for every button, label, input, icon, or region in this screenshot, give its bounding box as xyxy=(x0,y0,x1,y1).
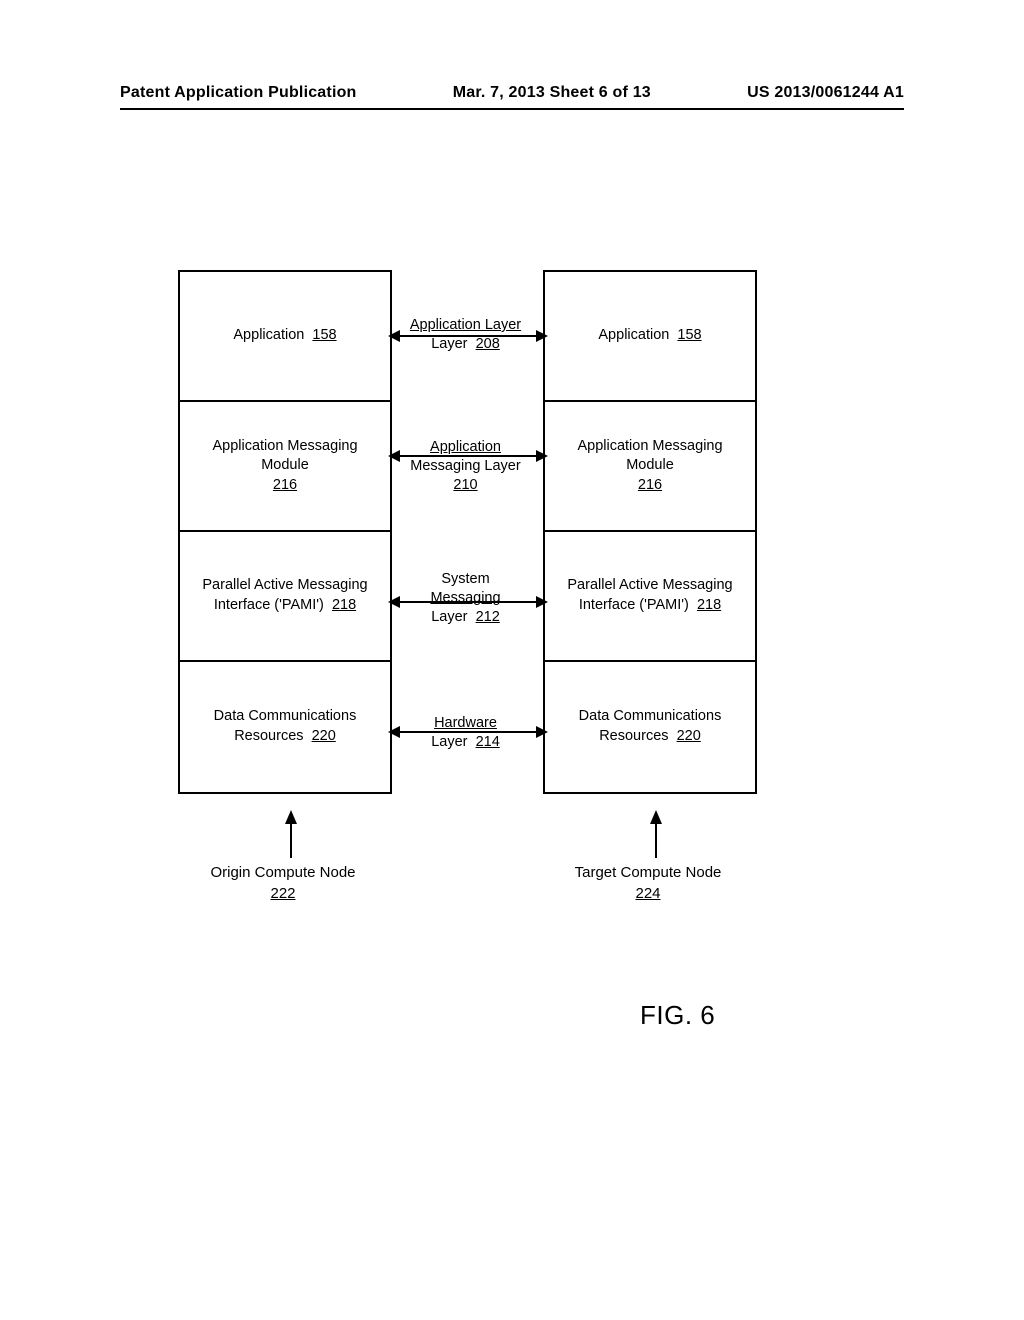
node-label-ref: 222 xyxy=(270,885,295,902)
center-label-app-messaging-layer: Application Messaging Layer 210 xyxy=(390,438,541,495)
clabel-ref: 210 xyxy=(453,477,477,493)
origin-stack: Application 158 Application Messaging Mo… xyxy=(178,270,392,794)
node-label-text: Target Compute Node xyxy=(575,864,722,881)
node-label-ref: 224 xyxy=(635,885,660,902)
header-right: US 2013/0061244 A1 xyxy=(747,84,904,102)
origin-app-messaging-cell: Application Messaging Module 216 xyxy=(180,402,390,532)
cell-ref: 158 xyxy=(677,327,701,343)
node-label-text: Origin Compute Node xyxy=(210,864,355,881)
cell-ref: 158 xyxy=(312,327,336,343)
target-application-cell: Application 158 xyxy=(545,272,755,402)
cell-label: Application Messaging Module xyxy=(553,437,747,476)
origin-data-comm-cell: Data Communications Resources 220 xyxy=(180,662,390,792)
cell-label: Application xyxy=(598,327,669,343)
target-app-messaging-cell: Application Messaging Module 216 xyxy=(545,402,755,532)
header-left: Patent Application Publication xyxy=(120,84,357,102)
cell-ref: 220 xyxy=(677,728,701,744)
cell-ref: 220 xyxy=(312,728,336,744)
cell-ref: 216 xyxy=(273,476,297,496)
cell-ref: 218 xyxy=(332,597,356,613)
target-node-label: Target Compute Node 224 xyxy=(538,862,758,904)
cell-ref: 216 xyxy=(638,476,662,496)
cell-ref: 218 xyxy=(697,597,721,613)
page-header: Patent Application Publication Mar. 7, 2… xyxy=(0,84,1024,110)
origin-pami-cell: Parallel Active Messaging Interface ('PA… xyxy=(180,532,390,662)
clabel-ref: 212 xyxy=(476,609,500,625)
header-rule xyxy=(120,108,904,110)
origin-node-label: Origin Compute Node 222 xyxy=(173,862,393,904)
origin-application-cell: Application 158 xyxy=(180,272,390,402)
cell-label: Application Messaging Module xyxy=(188,437,382,476)
target-pami-cell: Parallel Active Messaging Interface ('PA… xyxy=(545,532,755,662)
target-data-comm-cell: Data Communications Resources 220 xyxy=(545,662,755,792)
header-center: Mar. 7, 2013 Sheet 6 of 13 xyxy=(453,84,651,102)
figure-label: FIG. 6 xyxy=(640,1000,715,1031)
cell-label: Application xyxy=(233,327,304,343)
target-stack: Application 158 Application Messaging Mo… xyxy=(543,270,757,794)
